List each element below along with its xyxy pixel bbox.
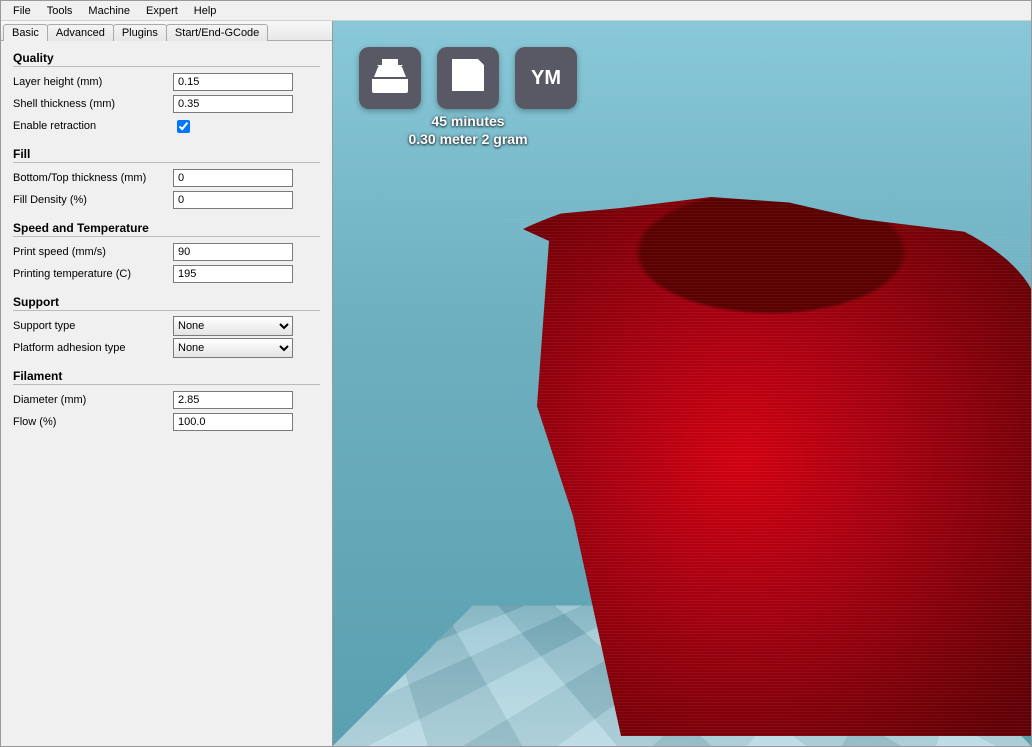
menu-machine[interactable]: Machine [80, 3, 138, 19]
section-filament: Filament [13, 369, 320, 385]
label-support-type: Support type [13, 320, 173, 332]
print-time: 45 minutes [408, 113, 527, 131]
select-support-type[interactable]: None [173, 316, 293, 336]
settings-form: Quality Layer height (mm) Shell thicknes… [1, 41, 332, 441]
3d-viewport[interactable]: YM 45 minutes 0.30 meter 2 gram [333, 21, 1031, 746]
section-fill: Fill [13, 147, 320, 163]
input-bottom-top-thickness[interactable] [173, 169, 293, 187]
menubar: File Tools Machine Expert Help [1, 1, 1031, 21]
app-window: File Tools Machine Expert Help Basic Adv… [0, 0, 1032, 747]
menu-tools[interactable]: Tools [39, 3, 81, 19]
label-layer-height: Layer height (mm) [13, 76, 173, 88]
main-body: Basic Advanced Plugins Start/End-GCode Q… [1, 21, 1031, 746]
label-bottom-top-thickness: Bottom/Top thickness (mm) [13, 172, 173, 184]
input-shell-thickness[interactable] [173, 95, 293, 113]
load-model-icon [368, 53, 412, 103]
label-shell-thickness: Shell thickness (mm) [13, 98, 173, 110]
save-toolpath-button[interactable] [437, 47, 499, 109]
input-printing-temp[interactable] [173, 265, 293, 283]
section-speed-temp: Speed and Temperature [13, 221, 320, 237]
input-print-speed[interactable] [173, 243, 293, 261]
load-model-button[interactable] [359, 47, 421, 109]
label-printing-temp: Printing temperature (C) [13, 268, 173, 280]
settings-tabs: Basic Advanced Plugins Start/End-GCode [1, 21, 332, 41]
tab-gcode[interactable]: Start/End-GCode [166, 24, 268, 41]
label-diameter: Diameter (mm) [13, 394, 173, 406]
print-material: 0.30 meter 2 gram [408, 131, 527, 149]
label-enable-retraction: Enable retraction [13, 120, 173, 132]
tab-plugins[interactable]: Plugins [113, 24, 167, 41]
share-ym-button[interactable]: YM [515, 47, 577, 109]
menu-expert[interactable]: Expert [138, 3, 186, 19]
tab-basic[interactable]: Basic [3, 24, 48, 41]
label-flow: Flow (%) [13, 416, 173, 428]
ym-icon: YM [531, 67, 561, 90]
label-print-speed: Print speed (mm/s) [13, 246, 173, 258]
settings-panel: Basic Advanced Plugins Start/End-GCode Q… [1, 21, 333, 746]
input-diameter[interactable] [173, 391, 293, 409]
viewport-toolbar: YM 45 minutes 0.30 meter 2 gram [359, 47, 577, 148]
input-fill-density[interactable] [173, 191, 293, 209]
checkbox-enable-retraction[interactable] [177, 120, 190, 133]
input-layer-height[interactable] [173, 73, 293, 91]
select-platform-adhesion[interactable]: None [173, 338, 293, 358]
menu-help[interactable]: Help [186, 3, 225, 19]
input-flow[interactable] [173, 413, 293, 431]
menu-file[interactable]: File [5, 3, 39, 19]
section-quality: Quality [13, 51, 320, 67]
label-platform-adhesion: Platform adhesion type [13, 342, 173, 354]
section-support: Support [13, 295, 320, 311]
print-stats: 45 minutes 0.30 meter 2 gram [408, 113, 527, 148]
save-icon [446, 53, 490, 103]
label-fill-density: Fill Density (%) [13, 194, 173, 206]
tab-advanced[interactable]: Advanced [47, 24, 114, 41]
